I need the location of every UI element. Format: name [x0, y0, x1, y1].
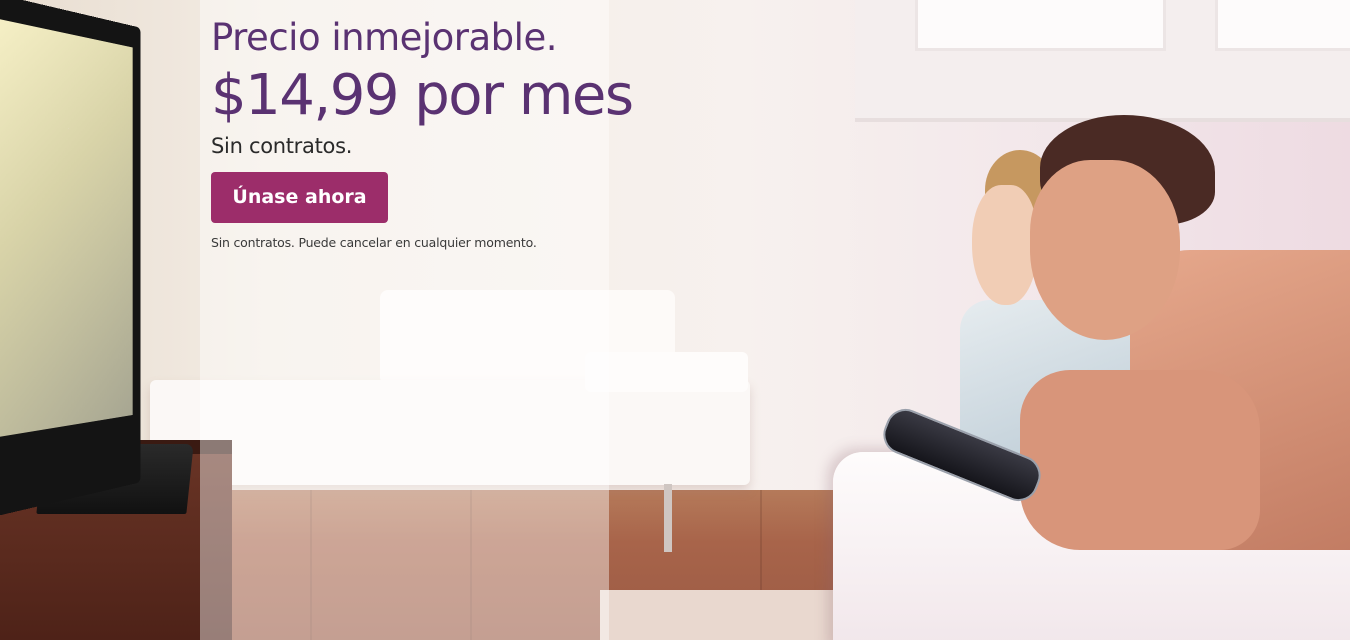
price-text: $14,99 por mes	[211, 64, 631, 128]
window-frame	[855, 0, 1350, 122]
join-now-button[interactable]: Únase ahora	[211, 172, 388, 223]
window-pane	[1215, 0, 1350, 51]
window-pane	[915, 0, 1166, 51]
subtitle: Sin contratos.	[211, 132, 631, 160]
headline: Precio inmejorable.	[211, 14, 631, 62]
man-face	[1030, 160, 1180, 340]
promo-content: Precio inmejorable. $14,99 por mes Sin c…	[211, 14, 631, 251]
sofa-leg	[664, 484, 672, 552]
woman-face	[972, 185, 1037, 305]
television-screen	[0, 18, 133, 438]
disclaimer-text: Sin contratos. Puede cancelar en cualqui…	[211, 235, 631, 251]
back-sofa-cushion	[585, 352, 748, 392]
hero-banner: Precio inmejorable. $14,99 por mes Sin c…	[0, 0, 1350, 640]
television	[0, 0, 141, 520]
man-arm	[1020, 370, 1260, 550]
